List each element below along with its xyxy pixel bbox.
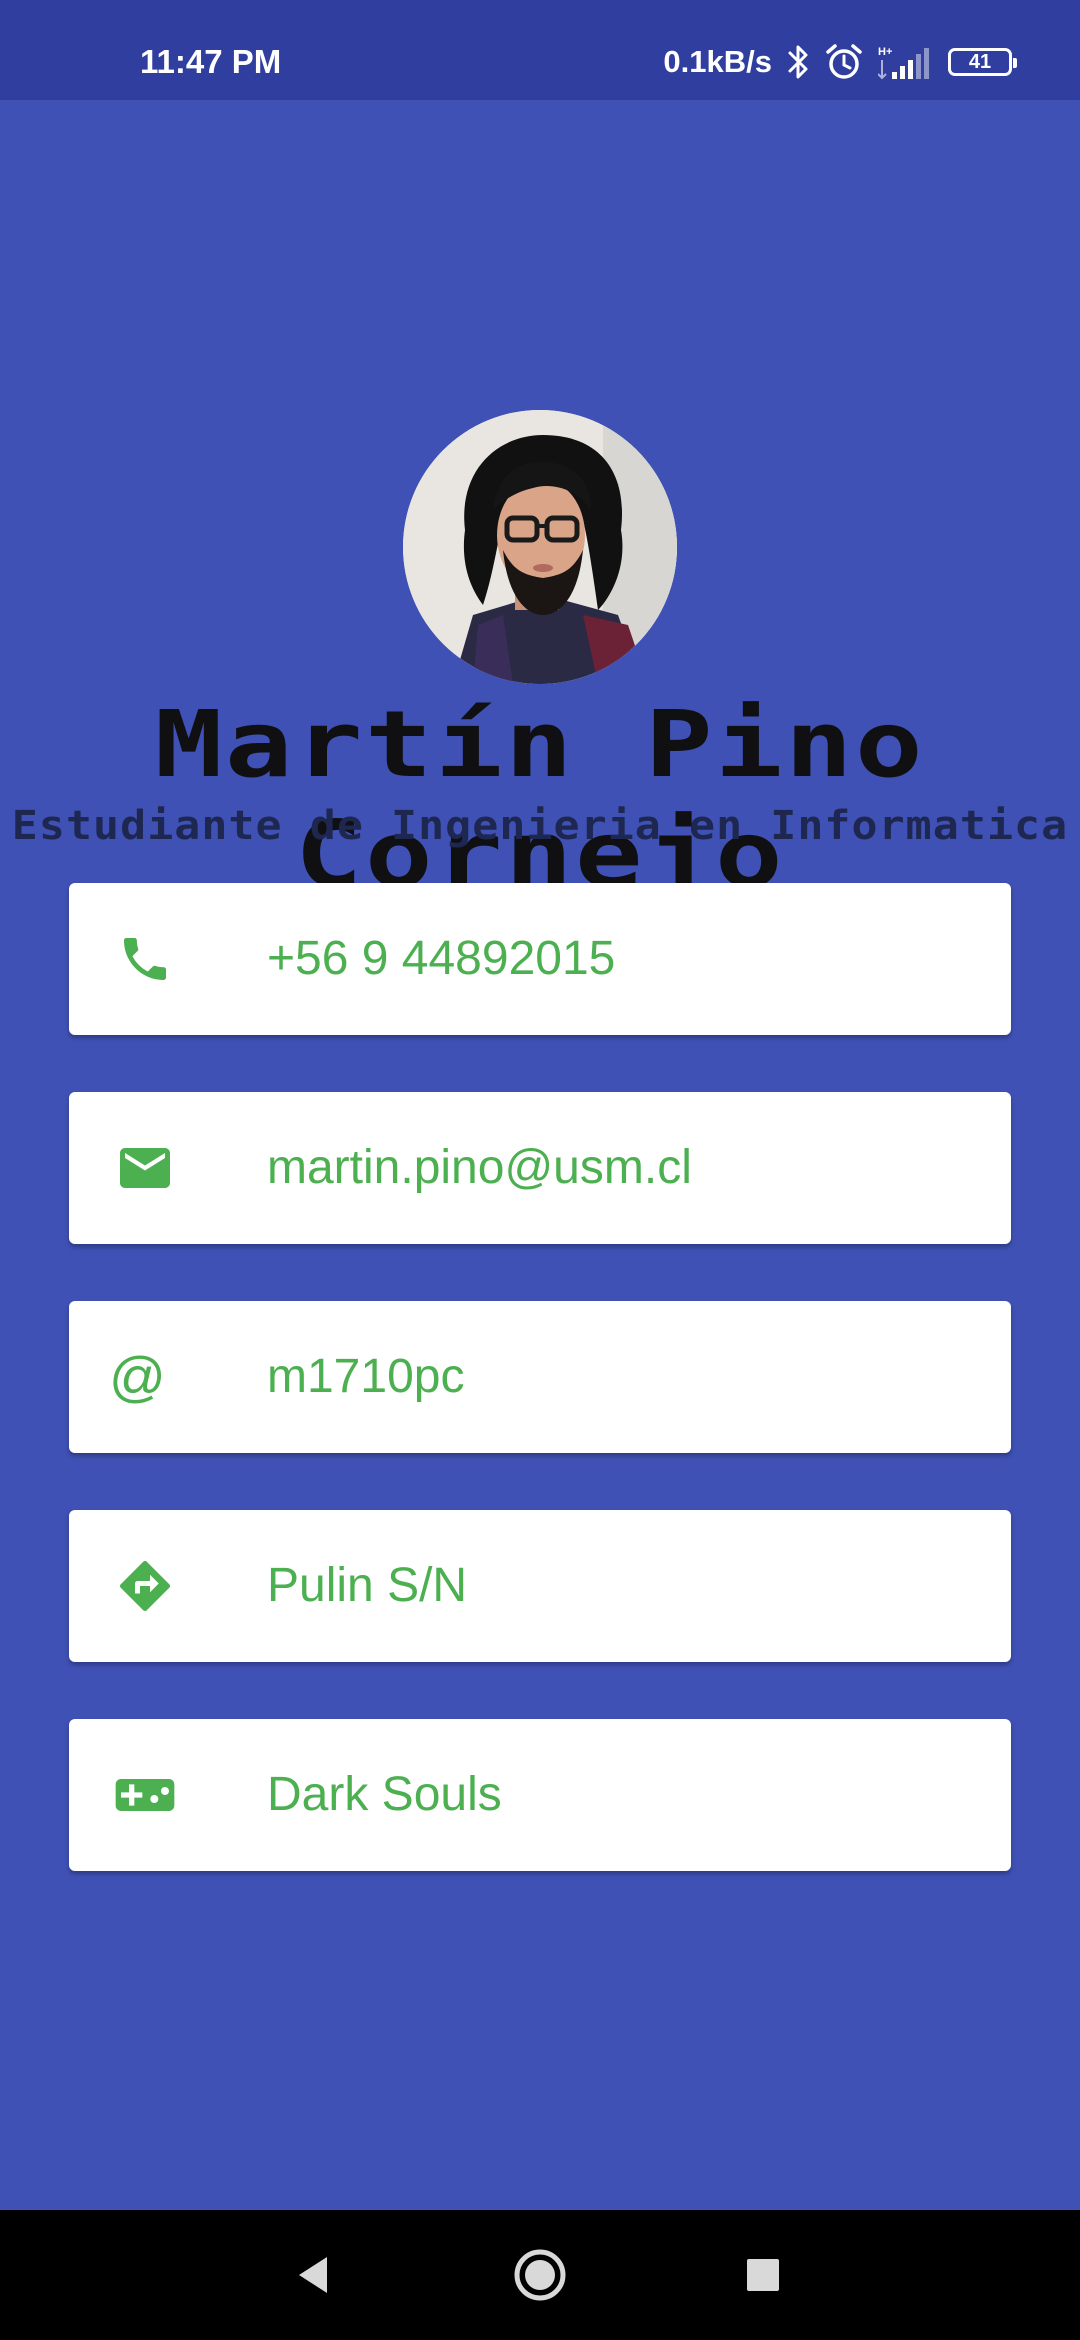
status-bar: 11:47 PM 0.1kB/s H+ 41 (0, 0, 1080, 100)
email-address: martin.pino@usm.cl (267, 1141, 692, 1194)
email-card[interactable]: martin.pino@usm.cl (69, 1092, 1011, 1244)
screen: 11:47 PM 0.1kB/s H+ 41 Martín Pino Corne… (0, 0, 1080, 2340)
back-icon (299, 2257, 327, 2293)
battery-icon: 41 (948, 48, 1017, 76)
profile-avatar (403, 410, 677, 684)
home-icon (514, 2249, 566, 2301)
phone-icon (109, 923, 181, 995)
profile-title: Estudiante de Ingenieria en Informatica (11, 803, 1069, 849)
back-button[interactable] (283, 2245, 343, 2305)
game-card[interactable]: Dark Souls (69, 1719, 1011, 1871)
username-card[interactable]: @ m1710pc (69, 1301, 1011, 1453)
signal-icon: H+ (878, 46, 929, 80)
address: Pulin S/N (267, 1559, 468, 1612)
email-icon (109, 1132, 181, 1204)
address-card[interactable]: Pulin S/N (69, 1510, 1011, 1662)
phone-number: +56 9 44892015 (267, 932, 616, 985)
status-icons: 0.1kB/s H+ 41 (663, 36, 1017, 88)
recents-button[interactable] (733, 2245, 793, 2305)
svg-text:H+: H+ (878, 46, 892, 58)
at-glyph: @ (109, 1345, 166, 1408)
home-button[interactable] (510, 2245, 570, 2305)
phone-card[interactable]: +56 9 44892015 (69, 883, 1011, 1035)
username: m1710pc (267, 1350, 465, 1403)
favorite-game: Dark Souls (267, 1768, 502, 1821)
alarm-icon (826, 44, 862, 79)
navigation-bar (0, 2210, 1080, 2340)
bluetooth-icon (788, 45, 808, 79)
recents-icon (747, 2259, 779, 2291)
at-icon: @ (109, 1341, 181, 1413)
profile-photo (403, 410, 677, 684)
network-speed: 0.1kB/s (663, 44, 772, 79)
directions-icon (109, 1550, 181, 1622)
gamepad-icon (109, 1759, 181, 1831)
status-time: 11:47 PM (140, 43, 282, 80)
